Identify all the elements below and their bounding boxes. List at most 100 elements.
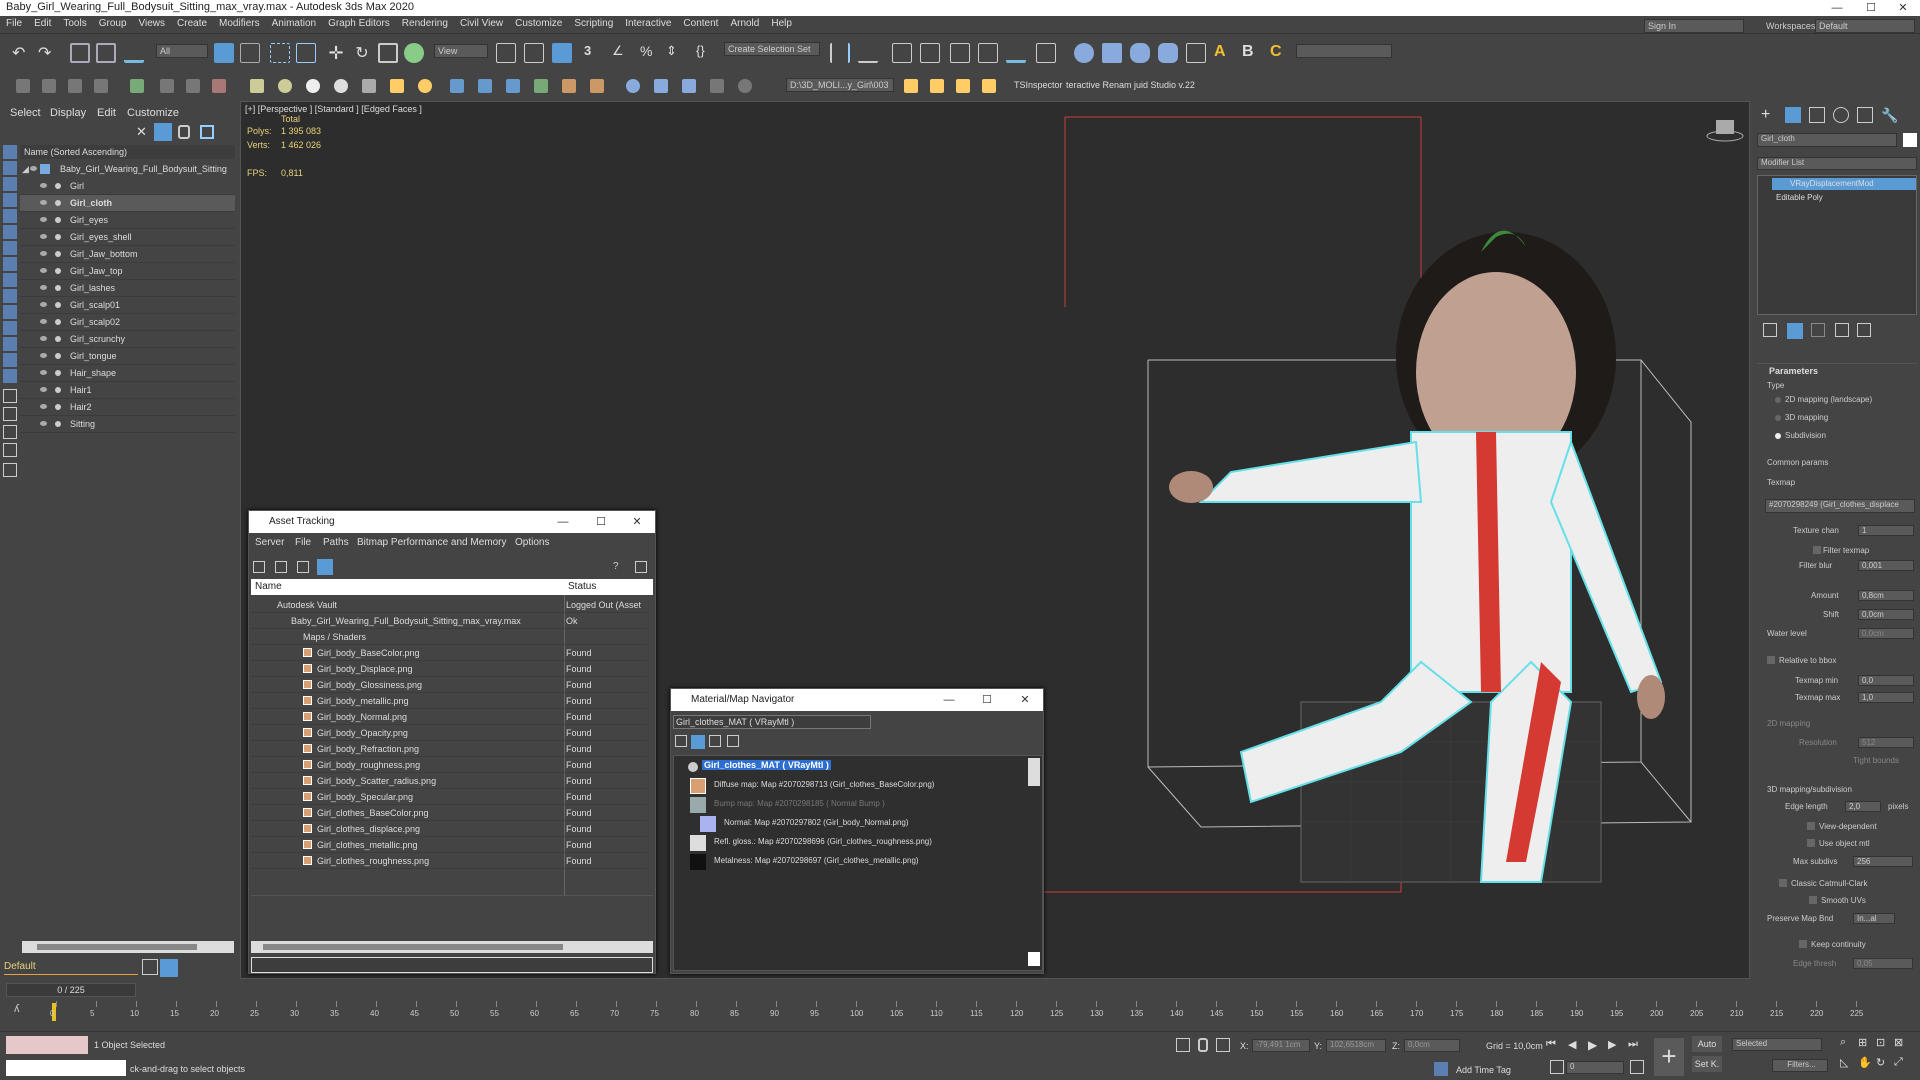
eye-icon[interactable] <box>40 370 47 375</box>
tsinspector-button[interactable]: TSInspector <box>1014 80 1063 90</box>
spinner-snap-icon[interactable]: ⇕ <box>666 43 686 63</box>
field-of-view-icon[interactable]: ◺ <box>1840 1056 1848 1069</box>
eye-icon[interactable] <box>40 234 47 239</box>
table-row[interactable]: Girl_body_Refraction.png Found <box>251 741 647 757</box>
water-level-spinner[interactable]: 0,0cm <box>1858 628 1914 639</box>
display-filter-icon[interactable] <box>3 463 17 477</box>
set-key-icon[interactable]: + <box>1654 1038 1684 1076</box>
menu-scripting[interactable]: Scripting <box>568 16 619 31</box>
minimize-button[interactable]: — <box>545 511 581 533</box>
transform-mode-icon[interactable] <box>1216 1038 1230 1052</box>
menu-content[interactable]: Content <box>677 16 724 31</box>
utilities-tab-icon[interactable]: 🔧 <box>1881 107 1898 123</box>
tool-icon[interactable] <box>130 79 144 93</box>
table-row[interactable]: Baby_Girl_Wearing_Full_Bodysuit_Sitting_… <box>251 613 647 629</box>
render-production-icon[interactable] <box>1130 43 1150 63</box>
texmap-min-spinner[interactable]: 0,0 <box>1858 675 1914 686</box>
tool-icon[interactable] <box>250 79 264 93</box>
menu-customize[interactable]: Customize <box>509 16 568 31</box>
toolbar-extra-dropdown[interactable] <box>1296 44 1392 58</box>
eye-icon[interactable] <box>30 166 37 171</box>
map-item[interactable]: Normal: Map #2070297802 (Girl_body_Norma… <box>724 818 909 827</box>
rect-selection-icon[interactable] <box>270 43 290 63</box>
menu-civil-view[interactable]: Civil View <box>454 16 509 31</box>
display-filter-icon[interactable] <box>3 145 17 159</box>
trash-icon[interactable] <box>1835 323 1849 337</box>
material-editor-icon[interactable] <box>1036 43 1056 63</box>
amount-spinner[interactable]: 0,8cm <box>1858 590 1914 601</box>
map-item[interactable]: Bump map: Map #2070298185 ( Normal Bump … <box>714 799 885 808</box>
tab-customize[interactable]: Customize <box>127 107 179 119</box>
rendered-frame-window-icon[interactable] <box>1102 43 1122 63</box>
grid-view-icon[interactable] <box>253 561 265 573</box>
close-button[interactable]: ✕ <box>619 511 655 533</box>
table-row[interactable]: Girl_clothes_metallic.png Found <box>251 837 647 853</box>
hierarchy-tab-icon[interactable] <box>1809 107 1825 123</box>
add-time-tag[interactable]: Add Time Tag <box>1456 1065 1511 1075</box>
scrollbar-thumb[interactable] <box>37 944 197 950</box>
modifier-item[interactable]: VRayDisplacementMod <box>1772 178 1916 190</box>
zoom-icon[interactable]: ⌕ <box>1840 1036 1846 1049</box>
view-list-icon[interactable] <box>675 735 687 747</box>
close-button[interactable]: ✕ <box>1007 689 1043 711</box>
lock-icon[interactable] <box>1198 1038 1208 1052</box>
help-icon[interactable]: ? <box>613 561 625 573</box>
render-setup-icon[interactable] <box>1074 43 1094 63</box>
classic-catmull-checkbox[interactable] <box>1779 879 1787 887</box>
current-frame-field[interactable]: 0 <box>1566 1061 1624 1074</box>
table-row[interactable]: Girl_body_Specular.png Found <box>251 789 647 805</box>
maximize-viewport-icon[interactable]: ⤢ <box>1894 1056 1903 1069</box>
x-coordinate-field[interactable]: -79,491 1cm <box>1252 1039 1310 1052</box>
relative-bbox-checkbox[interactable] <box>1767 656 1775 664</box>
arnold-c-icon[interactable]: C <box>1270 43 1290 63</box>
list-item[interactable]: Girl_cloth <box>20 195 235 212</box>
menu-views[interactable]: Views <box>133 16 172 31</box>
vertical-scrollbar[interactable] <box>1028 758 1040 786</box>
key-filter-dropdown[interactable]: Selected <box>1732 1038 1822 1051</box>
menu-tools[interactable]: Tools <box>57 16 92 31</box>
key-mode-icon[interactable] <box>1550 1060 1564 1074</box>
list-item[interactable]: Girl_eyes <box>20 212 235 229</box>
window-crossing-icon[interactable] <box>296 43 316 63</box>
map-item[interactable]: Diffuse map: Map #2070298713 (Girl_cloth… <box>714 780 934 789</box>
scrollbar-thumb[interactable] <box>263 944 563 950</box>
table-row[interactable]: Girl_body_roughness.png Found <box>251 757 647 773</box>
go-to-start-icon[interactable]: ⏮ <box>1546 1038 1556 1051</box>
menu-server[interactable]: Server <box>255 537 284 548</box>
tool-icon[interactable] <box>42 79 56 93</box>
maximize-button[interactable]: ☐ <box>969 689 1005 711</box>
rotate-icon[interactable]: ↻ <box>352 43 372 63</box>
menu-arnold[interactable]: Arnold <box>724 16 765 31</box>
orbit-icon[interactable]: ↻ <box>1876 1056 1885 1069</box>
horizontal-scrollbar[interactable] <box>251 941 653 953</box>
material-root[interactable]: Girl_clothes_MAT ( VRayMtl ) <box>702 760 831 770</box>
parameters-rollout[interactable]: Parameters <box>1757 363 1917 377</box>
close-button[interactable]: ✕ <box>1886 0 1920 16</box>
tool-icon[interactable] <box>334 79 348 93</box>
select-manipulate-icon[interactable] <box>524 43 544 63</box>
zoom-extents-icon[interactable]: ⊡ <box>1876 1036 1885 1049</box>
refresh-icon[interactable] <box>635 561 647 573</box>
table-row[interactable]: Girl_body_Displace.png Found <box>251 661 647 677</box>
auto-key-button[interactable]: Auto <box>1692 1036 1722 1052</box>
eye-icon[interactable] <box>40 404 47 409</box>
tree-view-icon[interactable] <box>317 559 333 575</box>
eye-icon[interactable] <box>40 268 47 273</box>
menu-create[interactable]: Create <box>171 16 213 31</box>
arnold-b-icon[interactable]: B <box>1242 43 1262 63</box>
placement-icon[interactable] <box>404 43 424 63</box>
keyboard-shortcut-override-icon[interactable] <box>552 43 572 63</box>
link-icon[interactable] <box>70 43 90 63</box>
shift-spinner[interactable]: 0,0cm <box>1858 609 1914 620</box>
folder-icon[interactable] <box>904 79 918 93</box>
tool-icon[interactable] <box>590 79 604 93</box>
lock-icon[interactable] <box>178 125 190 139</box>
table-view-icon[interactable] <box>297 561 309 573</box>
material-name-field[interactable]: Girl_clothes_MAT ( VRayMtl ) <box>673 715 871 729</box>
table-row[interactable]: Girl_body_Normal.png Found <box>251 709 647 725</box>
eye-icon[interactable] <box>40 319 47 324</box>
menu-paths[interactable]: Paths <box>323 537 349 548</box>
zoom-extents-all-icon[interactable]: ⊠ <box>1894 1036 1903 1049</box>
tool-icon[interactable] <box>160 79 174 93</box>
workspaces-dropdown[interactable]: Default <box>1815 19 1915 33</box>
